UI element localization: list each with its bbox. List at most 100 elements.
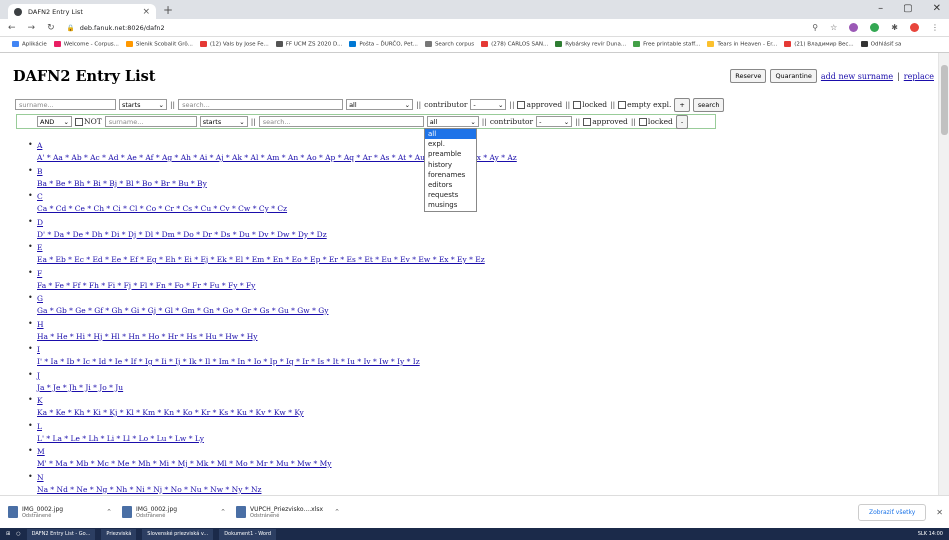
search-icon[interactable]: ○: [16, 531, 20, 537]
approved-checkbox[interactable]: approved: [517, 100, 562, 109]
letter-link[interactable]: J: [37, 371, 40, 380]
letter-link[interactable]: A: [37, 141, 42, 150]
menu-icon[interactable]: ⋮: [931, 23, 939, 32]
download-item[interactable]: IMG_0002.jpg Odstránené ⌃: [8, 506, 122, 519]
bookmark-item[interactable]: Slenik Scobalit Grö...: [125, 41, 193, 48]
bookmark-item[interactable]: FF UCM ZS 2020 D...: [275, 41, 342, 48]
prefix-links[interactable]: Na * Nd * Ne * Ng * Nh * Ni * Nj * No * …: [37, 485, 261, 494]
scrollbar[interactable]: [938, 53, 949, 495]
dropdown-option[interactable]: history: [425, 160, 476, 170]
taskbar-item[interactable]: Dokument1 - Word: [219, 528, 277, 540]
contributor-select-2[interactable]: - ⌄: [536, 116, 573, 127]
chevron-up-icon[interactable]: ⌃: [334, 508, 340, 516]
dropdown-option[interactable]: musings: [425, 200, 476, 210]
letter-link[interactable]: F: [37, 269, 42, 278]
puzzle-icon[interactable]: ✱: [891, 23, 898, 32]
bookmark-item[interactable]: Search corpus: [424, 41, 474, 48]
download-item[interactable]: VUPCH_Priezvisko....xlsx Odstránené ⌃: [236, 506, 350, 519]
prefix-links[interactable]: Ca * Cd * Ce * Ch * Ci * Cl * Co * Cr * …: [37, 204, 287, 213]
show-all-button[interactable]: Zobraziť všetky: [857, 503, 927, 521]
surname-input-2[interactable]: surname...: [104, 116, 197, 127]
letter-link[interactable]: C: [37, 192, 43, 201]
dropdown-option[interactable]: expl.: [425, 139, 476, 149]
dropdown-option[interactable]: all: [425, 129, 476, 140]
close-tab-icon[interactable]: ×: [142, 7, 150, 17]
browser-tab[interactable]: DAFN2 Entry List ×: [8, 4, 156, 19]
minimize-icon[interactable]: –: [878, 3, 883, 14]
forward-icon[interactable]: →: [28, 23, 36, 33]
avatar[interactable]: [910, 23, 919, 32]
search-input-2[interactable]: search...: [258, 116, 424, 127]
reserve-button[interactable]: Reserve: [730, 69, 767, 83]
letter-link[interactable]: B: [37, 167, 43, 176]
letter-link[interactable]: M: [37, 447, 45, 456]
not-checkbox[interactable]: NOT: [75, 117, 102, 126]
star-icon[interactable]: ☆: [830, 23, 837, 32]
taskbar-item[interactable]: Slovenské priezviská v...: [142, 528, 214, 540]
new-tab-icon[interactable]: +: [163, 3, 173, 17]
maximize-icon[interactable]: ▢: [903, 3, 912, 14]
download-item[interactable]: IMG_0002.jpg Odstránené ⌃: [122, 506, 236, 519]
prefix-links[interactable]: Ga * Gb * Ge * Gf * Gh * Gi * Gj * Gl * …: [37, 306, 328, 315]
letter-link[interactable]: L: [37, 422, 42, 431]
dropdown-option[interactable]: preamble: [425, 149, 476, 159]
url-field[interactable]: 🔒 deb.fanuk.net:8026/dafn2: [67, 24, 165, 32]
bookmark-item[interactable]: Tears in Heaven - Er...: [707, 41, 777, 48]
letter-link[interactable]: E: [37, 243, 42, 252]
prefix-links[interactable]: Ja * Je * Jh * Ji * Jo * Ju: [37, 383, 123, 392]
zoom-icon[interactable]: ⚲: [812, 23, 818, 32]
extension-icon[interactable]: [870, 23, 880, 32]
bookmark-item[interactable]: Welcome - Corpus...: [53, 41, 119, 48]
taskbar-item[interactable]: Priezviská: [101, 528, 137, 540]
add-surname-link[interactable]: add new surname: [821, 72, 893, 81]
prefix-links[interactable]: D' * Da * De * Dh * Di * Dj * Dl * Dm * …: [37, 230, 327, 239]
remove-condition-button[interactable]: -: [675, 114, 689, 129]
dropdown-option[interactable]: forenames: [425, 170, 476, 180]
taskbar-item[interactable]: DAFN2 Entry List - Go...: [26, 528, 96, 540]
close-icon[interactable]: ✕: [936, 508, 943, 517]
extension-icon[interactable]: [849, 23, 859, 32]
contributor-select[interactable]: - ⌄: [470, 99, 507, 110]
prefix-links[interactable]: Ba * Be * Bh * Bi * Bj * Bl * Bo * Br * …: [37, 179, 207, 188]
dropdown-option[interactable]: requests: [425, 190, 476, 200]
search-button[interactable]: search: [692, 97, 725, 112]
and-select[interactable]: AND ⌄: [37, 116, 72, 127]
dropdown-option[interactable]: editors: [425, 180, 476, 190]
empty-expl-checkbox[interactable]: empty expl.: [618, 100, 671, 109]
letter-link[interactable]: H: [37, 320, 44, 329]
bookmark-item[interactable]: (12) Vals by Jose Fe...: [199, 41, 269, 48]
bookmark-item[interactable]: Odhlásiť sa: [860, 41, 901, 48]
chevron-up-icon[interactable]: ⌃: [106, 508, 112, 516]
surname-input[interactable]: surname...: [15, 99, 116, 110]
replace-link[interactable]: replace: [904, 72, 934, 81]
bookmark-item[interactable]: Free printable staff...: [633, 41, 700, 48]
prefix-links[interactable]: Ha * He * Hi * Hj * Hl * Hn * Ho * Hr * …: [37, 332, 258, 341]
chevron-up-icon[interactable]: ⌃: [220, 508, 226, 516]
bookmark-item[interactable]: (21) Владимир Вес...: [784, 41, 854, 48]
prefix-links[interactable]: Fa * Fe * Ff * Fh * Fi * Fj * Fl * Fn * …: [37, 281, 255, 290]
prefix-links[interactable]: M' * Ma * Mb * Mc * Me * Mh * Mi * Mj * …: [37, 459, 332, 468]
locked-checkbox[interactable]: locked: [573, 100, 607, 109]
prefix-links[interactable]: Ka * Ke * Kh * Ki * Kj * Kl * Km * Kn * …: [37, 408, 304, 417]
prefix-links[interactable]: L' * La * Le * Lh * Li * Ll * Lo * Lu * …: [37, 434, 204, 443]
reload-icon[interactable]: ↻: [47, 23, 55, 33]
scrollbar-thumb[interactable]: [941, 65, 948, 135]
bookmark-item[interactable]: Aplikácie: [12, 41, 47, 48]
letter-link[interactable]: I: [37, 345, 40, 354]
windows-start-icon[interactable]: ⊞: [6, 531, 10, 537]
locked-checkbox-2[interactable]: locked: [638, 117, 673, 126]
add-condition-button[interactable]: +: [674, 97, 690, 112]
letter-link[interactable]: D: [37, 218, 43, 227]
quarantine-button[interactable]: Quarantine: [770, 69, 817, 83]
mode-select[interactable]: starts ⌄: [119, 99, 167, 110]
mode-select-2[interactable]: starts ⌄: [199, 116, 248, 127]
prefix-links[interactable]: Ea * Eb * Ec * Ed * Ee * Ef * Eg * Eh * …: [37, 255, 485, 264]
letter-link[interactable]: K: [37, 396, 43, 405]
search-input[interactable]: search...: [178, 99, 344, 110]
prefix-links[interactable]: I' * Ia * Ib * Ic * Id * Ie * If * Ig * …: [37, 357, 420, 366]
bookmark-item[interactable]: Pošta – ĎURČO, Pet...: [349, 41, 418, 48]
back-icon[interactable]: ←: [8, 23, 16, 33]
bookmark-item[interactable]: (278) CARLOS SAN...: [481, 41, 548, 48]
letter-link[interactable]: N: [37, 473, 44, 482]
field-select-2[interactable]: all ⌄: [426, 116, 479, 127]
